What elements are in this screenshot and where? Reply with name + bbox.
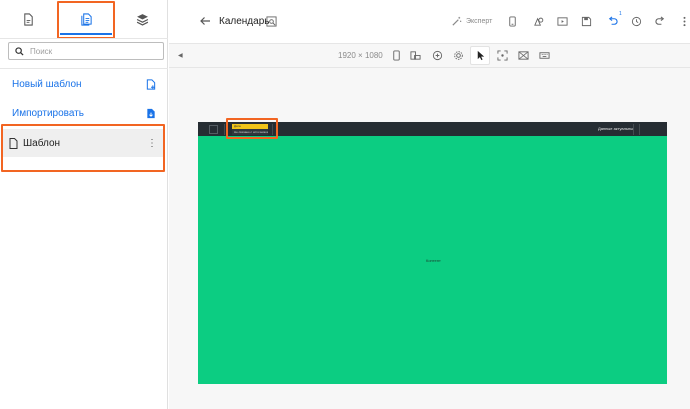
layers-icon xyxy=(136,13,148,26)
search-icon xyxy=(15,46,24,56)
divider xyxy=(639,124,640,135)
settings-gear-icon[interactable] xyxy=(453,50,464,61)
expert-label: Эксперт xyxy=(466,18,493,25)
annotation-highlight-template xyxy=(1,124,165,172)
more-vert-icon[interactable] xyxy=(679,16,690,27)
undo-count-badge: 1 xyxy=(619,11,622,17)
redo-icon[interactable] xyxy=(655,16,666,27)
search-field[interactable] xyxy=(8,42,164,60)
data-status-text: Данные актуальны xyxy=(598,126,634,131)
save-icon[interactable] xyxy=(581,16,592,27)
canvas-height: 1080 xyxy=(364,51,383,60)
document-icon xyxy=(23,12,33,26)
canvas-toolbar: ◀ 1920 × 1080 xyxy=(169,44,690,68)
canvas-logo-placeholder[interactable] xyxy=(209,125,218,134)
divider xyxy=(633,124,634,135)
play-icon[interactable] xyxy=(557,16,568,27)
tab-layers[interactable] xyxy=(114,0,170,38)
mobile-preview-icon[interactable] xyxy=(507,16,518,27)
collapse-sidebar-icon[interactable]: ◀ xyxy=(178,52,183,59)
design-canvas[interactable]: Дата Не связано с источником Данные акту… xyxy=(198,122,667,384)
file-add-icon xyxy=(146,78,156,90)
expert-mode-button[interactable]: Эксперт xyxy=(451,16,492,27)
editor-main: Календарь Эксперт 1 ◀ 1920 × 1080 Дата Н… xyxy=(169,0,690,409)
file-import-icon xyxy=(147,108,155,118)
page-title: Календарь xyxy=(219,16,270,27)
canvas-width: 1920 xyxy=(338,51,356,60)
import-button[interactable]: Импортировать xyxy=(0,100,168,126)
history-icon[interactable] xyxy=(631,16,642,27)
undo-icon[interactable] xyxy=(607,16,618,27)
rotate-screen-icon[interactable] xyxy=(410,50,421,61)
image-frame-icon[interactable] xyxy=(518,50,529,61)
divider xyxy=(224,124,225,135)
divider xyxy=(0,68,168,69)
import-label: Импортировать xyxy=(12,107,85,119)
annotation-highlight-widget xyxy=(226,118,278,139)
select-area-icon[interactable] xyxy=(497,50,508,61)
header-bar: Календарь Эксперт 1 xyxy=(169,0,690,44)
new-template-button[interactable]: Новый шаблон xyxy=(0,71,168,97)
shapes-icon[interactable] xyxy=(533,16,544,27)
sidebar: Новый шаблон Импортировать Шаблон ⋮ xyxy=(0,0,168,409)
canvas-dimensions: 1920 × 1080 xyxy=(338,51,383,60)
tab-documents[interactable] xyxy=(0,0,56,38)
new-template-label: Новый шаблон xyxy=(12,78,82,90)
preview-search-icon[interactable] xyxy=(266,16,277,27)
annotation-highlight-tab xyxy=(57,1,115,39)
search-input[interactable] xyxy=(30,46,160,56)
content-label: Контент xyxy=(426,258,441,263)
divider xyxy=(0,38,168,39)
magic-wand-icon xyxy=(452,16,462,26)
keyboard-icon[interactable] xyxy=(539,50,550,61)
device-icon[interactable] xyxy=(391,50,402,61)
zoom-in-icon[interactable] xyxy=(432,50,443,61)
back-arrow-icon[interactable] xyxy=(199,15,211,27)
cursor-pointer-icon xyxy=(477,50,485,61)
times-sign: × xyxy=(358,51,363,60)
